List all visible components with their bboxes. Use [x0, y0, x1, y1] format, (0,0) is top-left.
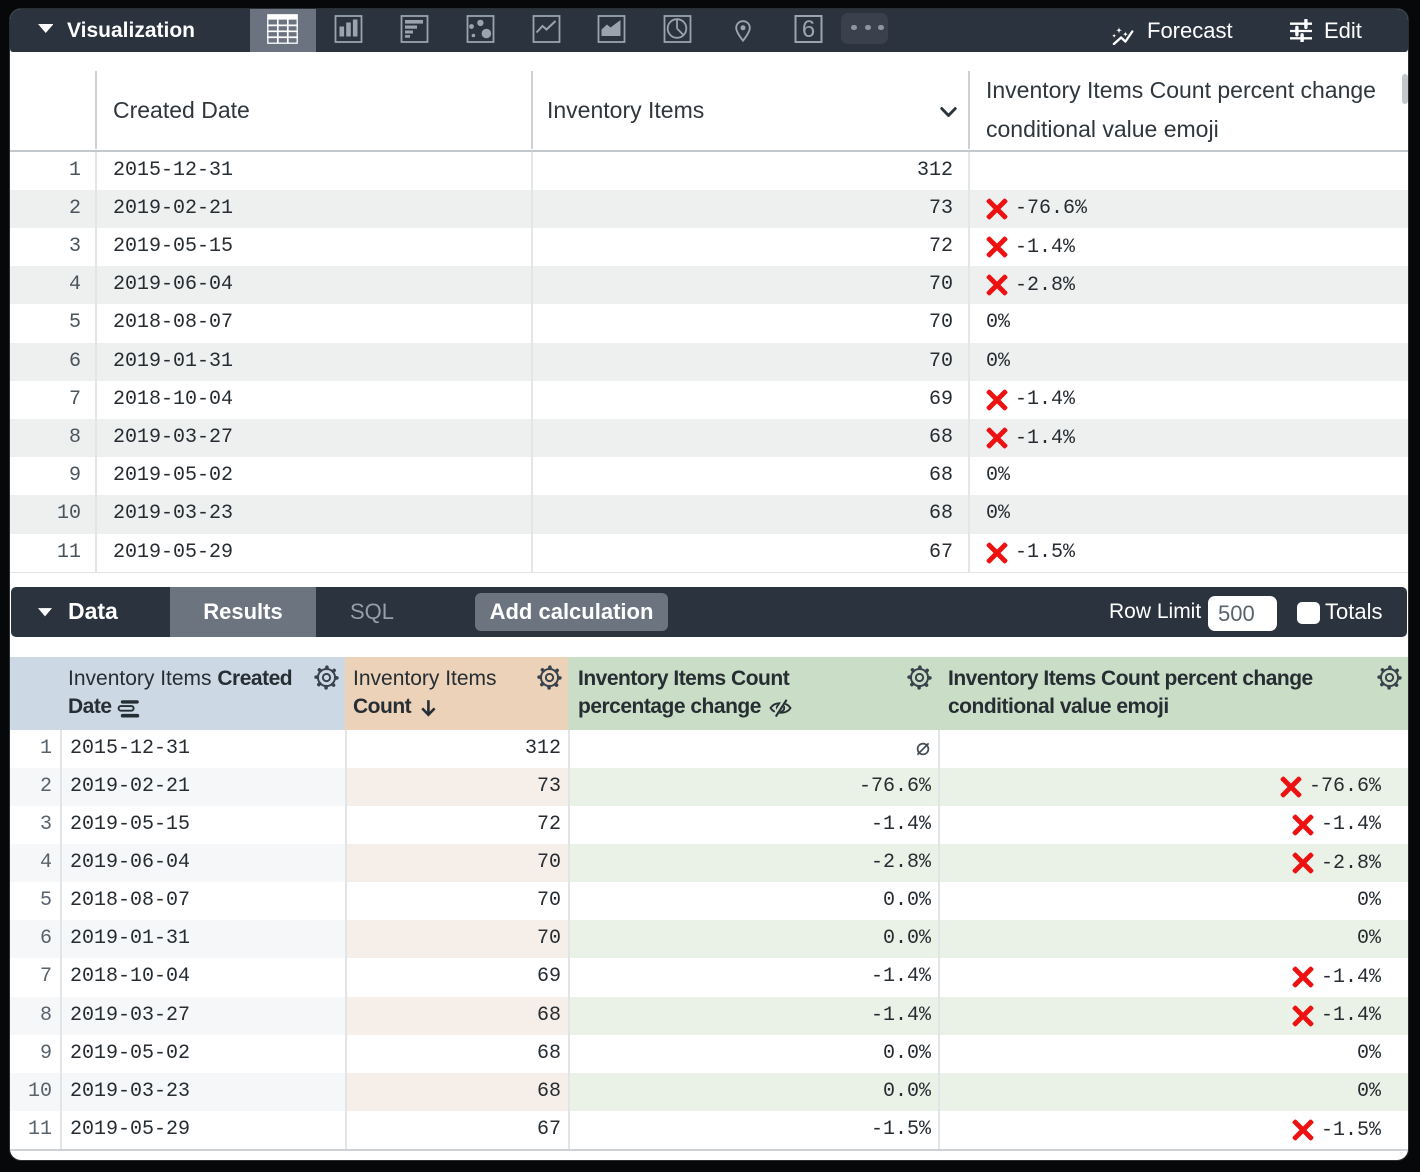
svg-text:6: 6	[801, 16, 814, 43]
